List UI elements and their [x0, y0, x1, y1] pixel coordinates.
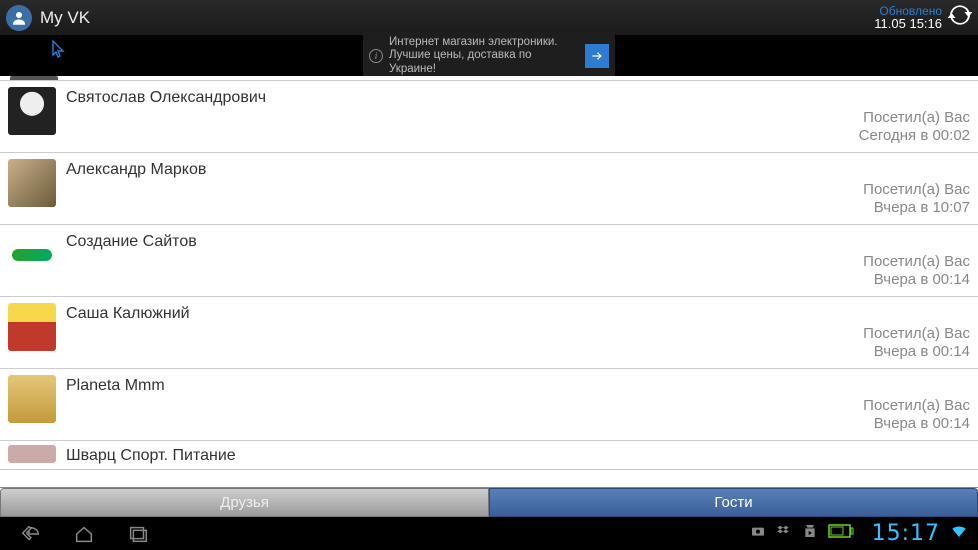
app-title: My VK — [40, 8, 90, 28]
visit-meta: Посетил(а) Вас Вчера в 00:14 — [863, 397, 970, 437]
tab-friends[interactable]: Друзья — [0, 488, 489, 517]
update-time: 11.05 15:16 — [874, 17, 942, 30]
ad-unit[interactable]: i Интернет магазин электроники. Лучшие ц… — [363, 32, 615, 80]
tab-guests[interactable]: Гости — [489, 488, 978, 517]
back-icon[interactable] — [10, 522, 50, 546]
visit-meta: Посетил(а) Вас Вчера в 00:14 — [863, 253, 970, 293]
list-item[interactable]: Planeta Mmm Посетил(а) Вас Вчера в 00:14 — [0, 369, 978, 441]
dropbox-icon — [776, 523, 792, 544]
list-item[interactable]: Шварц Спорт. Питание — [0, 441, 978, 470]
avatar[interactable] — [8, 231, 56, 279]
cursor-icon — [52, 40, 66, 63]
wifi-icon — [950, 522, 968, 545]
visitor-name: Святослав Олександрович — [66, 87, 859, 107]
visitor-name: Саша Калюжний — [66, 303, 863, 323]
visitor-name: Planeta Mmm — [66, 375, 863, 395]
visitor-name: Александр Марков — [66, 159, 863, 179]
avatar[interactable] — [8, 159, 56, 207]
bottom-tabs: Друзья Гости — [0, 487, 978, 517]
play-store-icon — [802, 523, 818, 544]
app-bar: My VK Обновлено 11.05 15:16 — [0, 0, 978, 36]
list-item[interactable]: Святослав Олександрович Посетил(а) Вас С… — [0, 81, 978, 153]
avatar[interactable] — [8, 87, 56, 135]
refresh-icon[interactable] — [948, 3, 972, 32]
recent-apps-icon[interactable] — [118, 522, 158, 546]
avatar[interactable] — [8, 445, 56, 463]
ad-go-icon[interactable] — [585, 44, 609, 68]
update-status: Обновлено 11.05 15:16 — [874, 5, 942, 30]
visitor-name: Шварц Спорт. Питание — [66, 445, 970, 465]
avatar[interactable] — [8, 303, 56, 351]
app-logo-icon[interactable] — [6, 5, 32, 31]
visit-meta: Посетил(а) Вас Вчера в 00:14 — [863, 325, 970, 365]
list-item[interactable]: Создание Сайтов Посетил(а) Вас Вчера в 0… — [0, 225, 978, 297]
ad-info-icon[interactable]: i — [369, 49, 383, 63]
home-icon[interactable] — [64, 522, 104, 546]
visit-meta: Посетил(а) Вас Вчера в 10:07 — [863, 181, 970, 221]
ad-text: Интернет магазин электроники. Лучшие цен… — [389, 36, 579, 76]
avatar[interactable] — [8, 375, 56, 423]
status-tray: 15:17 — [750, 521, 968, 546]
visit-meta: Посетил(а) Вас Сегодня в 00:02 — [859, 109, 970, 149]
visitor-name: Создание Сайтов — [66, 231, 863, 251]
camera-icon — [750, 523, 766, 544]
visitors-list[interactable]: Святослав Олександрович Посетил(а) Вас С… — [0, 81, 978, 487]
ad-bar: i Интернет магазин электроники. Лучшие ц… — [0, 36, 978, 76]
android-navbar: 15:17 — [0, 517, 978, 550]
battery-icon — [828, 524, 854, 543]
list-item[interactable]: Александр Марков Посетил(а) Вас Вчера в … — [0, 153, 978, 225]
status-clock: 15:17 — [872, 521, 940, 546]
list-item[interactable]: Саша Калюжний Посетил(а) Вас Вчера в 00:… — [0, 297, 978, 369]
